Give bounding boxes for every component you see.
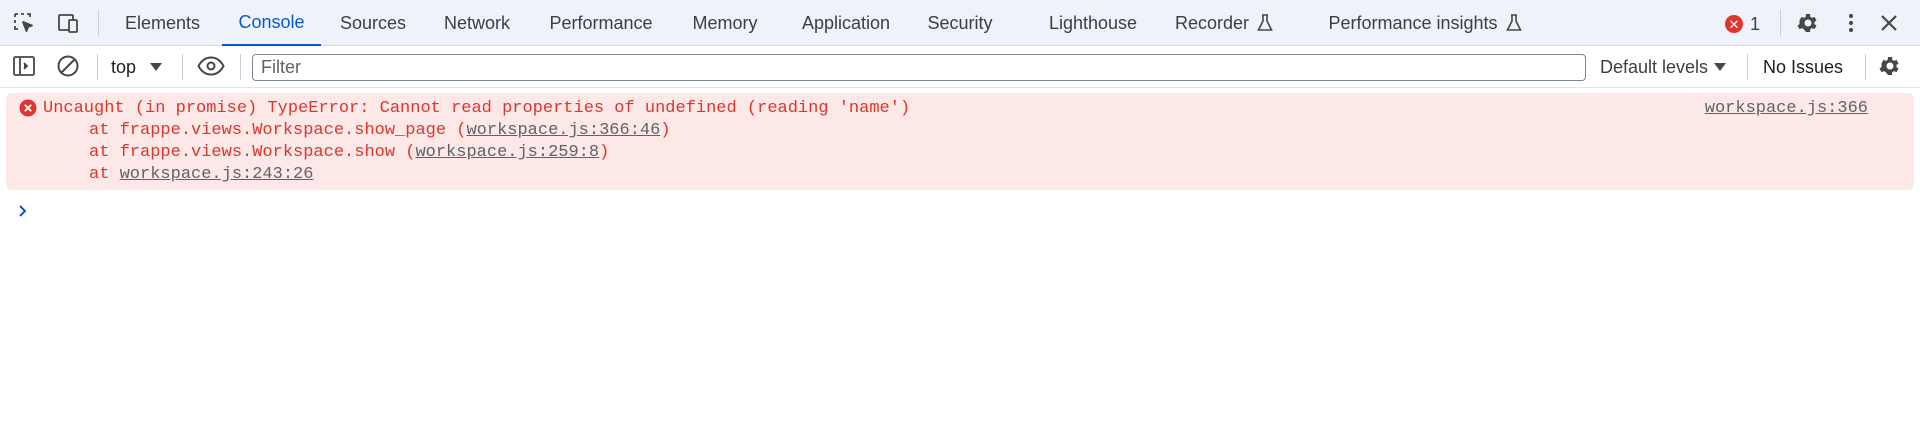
log-levels-dropdown[interactable]: Default levels (1600, 54, 1727, 80)
live-expression-eye-icon[interactable] (197, 54, 225, 78)
log-levels-label: Default levels (1600, 56, 1709, 77)
tab-application[interactable]: Application (788, 0, 904, 46)
error-source-link[interactable]: workspace.js:366 (1705, 99, 1868, 119)
issues-counter[interactable]: No Issues (1763, 54, 1843, 80)
tab-recorder[interactable]: Recorder (1168, 0, 1280, 46)
settings-gear-icon[interactable] (1795, 11, 1819, 35)
inspect-element-icon[interactable] (12, 11, 36, 35)
stack-frame-text: at frappe.views.Workspace.show_page ( (89, 121, 467, 140)
error-x-icon: ✕ (1725, 15, 1743, 33)
stack-frame-text: ) (660, 121, 671, 140)
tab-elements[interactable]: Elements (112, 0, 213, 46)
tab-memory[interactable]: Memory (680, 0, 770, 46)
context-selector[interactable]: top (111, 54, 163, 80)
tab-performance-insights[interactable]: Performance insights (1320, 0, 1530, 46)
close-icon[interactable] (1877, 11, 1901, 35)
devtools-tabbar: Elements Console Sources Network Perform… (0, 0, 1920, 46)
tab-sources[interactable]: Sources (326, 0, 420, 46)
tab-performance[interactable]: Performance (538, 0, 664, 46)
more-options-icon[interactable] (1839, 11, 1863, 35)
toolbar-divider (1865, 54, 1866, 80)
tab-label: Performance insights (1328, 12, 1498, 33)
issues-label: No Issues (1763, 56, 1844, 77)
tab-security[interactable]: Security (918, 0, 1002, 46)
tab-label: Memory (692, 12, 758, 33)
context-value: top (111, 56, 137, 77)
stack-frame-link[interactable]: workspace.js:259:8 (415, 143, 599, 162)
tab-label: Sources (339, 12, 407, 33)
tab-lighthouse[interactable]: Lighthouse (1040, 0, 1146, 46)
stack-frame-text: ) (599, 143, 610, 162)
device-toolbar-icon[interactable] (56, 11, 80, 35)
console-settings-gear-icon[interactable] (1877, 54, 1901, 78)
tab-label: Performance (549, 12, 653, 33)
console-toolbar: top Default levels No Issues (0, 46, 1920, 88)
filter-input[interactable] (252, 54, 1586, 81)
caret-down-icon (1714, 63, 1727, 71)
console-prompt-chevron-icon[interactable] (16, 202, 30, 220)
tab-label: Network (443, 12, 510, 33)
tab-console[interactable]: Console (222, 0, 321, 46)
tab-label: Console (238, 11, 305, 32)
clear-console-icon[interactable] (56, 54, 80, 78)
tab-label: Application (801, 12, 891, 33)
tab-label: Security (927, 12, 993, 33)
caret-down-icon (150, 63, 163, 71)
stack-frame: at frappe.views.Workspace.show_page (wor… (89, 121, 671, 141)
flask-icon (1505, 14, 1522, 32)
toolbar-divider (97, 54, 98, 80)
tab-label: Recorder (1174, 12, 1250, 33)
stack-frame: at workspace.js:243:26 (89, 165, 313, 185)
sidebar-toggle-icon[interactable] (12, 54, 36, 78)
tab-label: Lighthouse (1048, 12, 1138, 33)
toolbar-divider (98, 10, 99, 36)
stack-frame-text: at (89, 165, 120, 184)
toolbar-divider (1747, 54, 1748, 80)
error-counter[interactable]: ✕ 1 (1725, 12, 1760, 36)
toolbar-divider (1780, 10, 1781, 36)
stack-frame-link[interactable]: workspace.js:243:26 (120, 165, 314, 184)
tab-network[interactable]: Network (434, 0, 520, 46)
error-text: Uncaught (in promise) TypeError: Cannot … (43, 99, 911, 118)
tab-label: Elements (124, 12, 201, 33)
stack-frame-text: at frappe.views.Workspace.show ( (89, 143, 416, 162)
console-error-message[interactable]: Uncaught (in promise) TypeError: Cannot … (6, 93, 1914, 190)
flask-icon (1257, 14, 1273, 32)
toolbar-divider (240, 54, 241, 80)
stack-frame-link[interactable]: workspace.js:366:46 (466, 121, 660, 140)
error-count-value: 1 (1750, 13, 1761, 34)
toolbar-divider (182, 54, 183, 80)
stack-frame: at frappe.views.Workspace.show (workspac… (89, 143, 609, 163)
error-circle-icon (19, 99, 37, 123)
